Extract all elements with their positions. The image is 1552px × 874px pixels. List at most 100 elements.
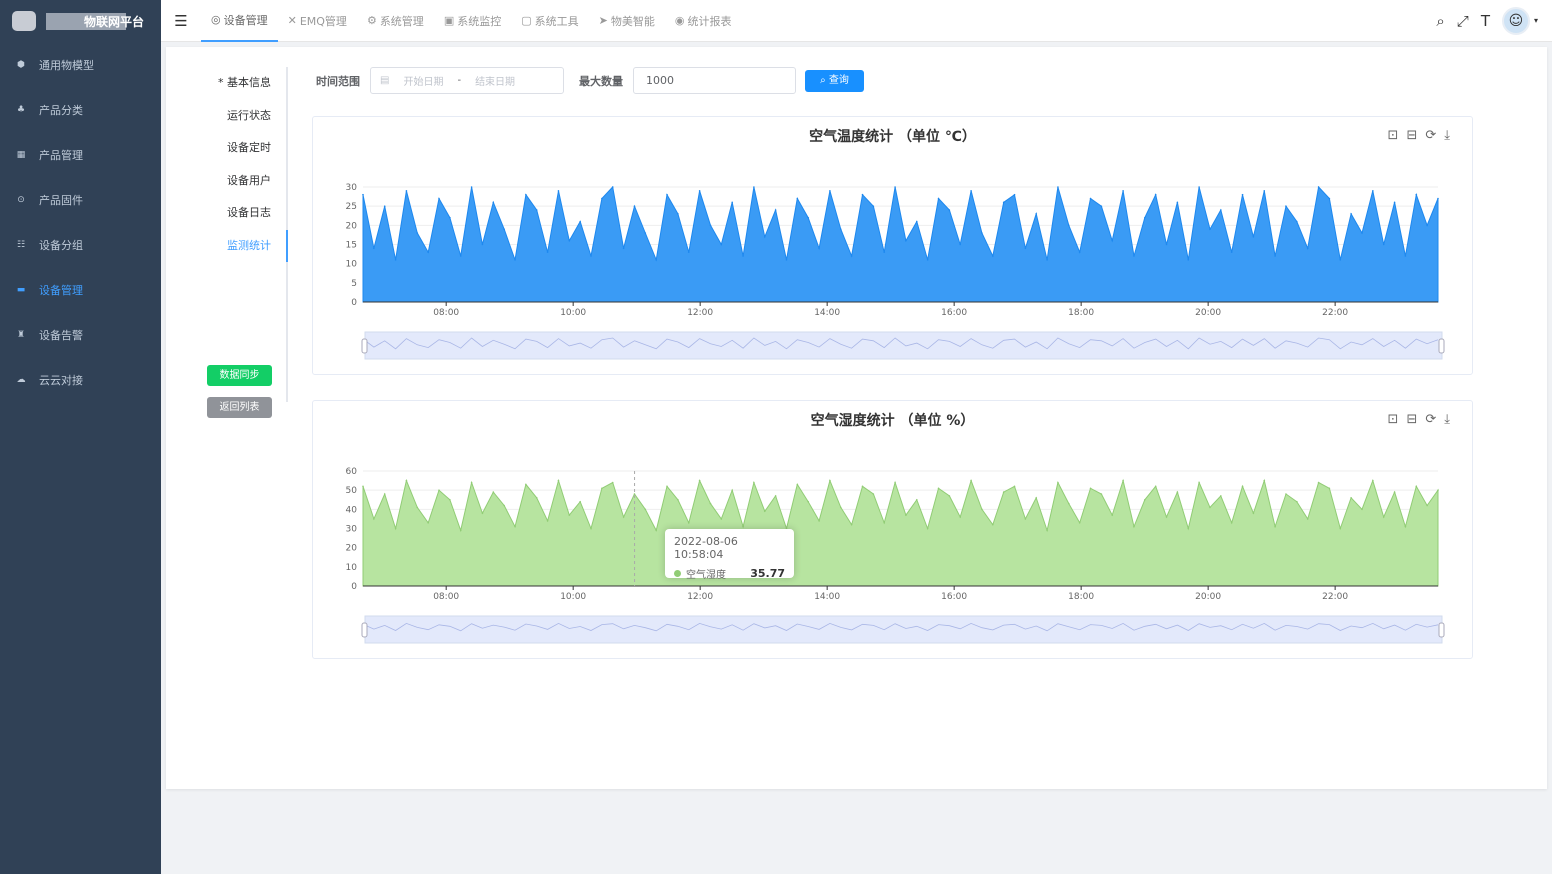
datazoom-slider[interactable] [364,331,1443,360]
data-point [883,251,886,253]
data-point [861,485,864,488]
data-point [1187,527,1190,530]
data-point [1187,259,1190,261]
data-point [731,201,733,204]
nav-tab-0[interactable]: ◎ 设备管理 [201,0,278,42]
data-point [1144,216,1146,219]
data-point [1350,213,1352,215]
data-point [394,259,397,261]
search-icon[interactable]: ⌕ [1436,12,1444,30]
data-point [850,255,853,257]
search-icon: ⌕ [820,74,829,86]
sidebar-item-6[interactable]: ♜ 设备告警 [0,312,161,357]
data-point [1078,521,1081,524]
data-point [1241,193,1244,196]
data-point [720,243,723,246]
data-point [1393,491,1396,493]
detail-tab-1[interactable]: 运行状态 [206,100,286,133]
data-point [1328,487,1331,490]
data-sync-button[interactable]: 数据同步 [207,365,272,386]
sidebar-item-3[interactable]: ⊙ 产品固件 [0,177,161,222]
data-point [655,529,657,532]
sidebar-item-1[interactable]: ♣ 产品分类 [0,87,161,132]
data-point [915,220,918,223]
datazoom-handle[interactable] [1438,338,1445,354]
y-tick-label: 25 [346,202,357,212]
chart-canvas: 0 5 10 15 20 25 30 08:00 10:00 12:00 14:00 16:00 18:… [346,183,1445,360]
nav-tab-5[interactable]: ➤ 物美智能 [589,0,665,42]
detail-tab-0[interactable]: * 基本信息 [206,67,286,100]
data-point [568,239,571,242]
data-point [611,186,614,188]
end-date-input[interactable]: 结束日期 [475,73,515,88]
data-point [677,498,679,501]
x-tick-label: 22:00 [1322,592,1348,602]
nav-tab-3[interactable]: ▣ 系统监控 [434,0,511,42]
data-point [1078,251,1081,253]
query-button[interactable]: ⌕ 查询 [805,69,864,92]
nav-tab-1[interactable]: ✕ EMQ管理 [278,0,357,42]
sidebar-item-2[interactable]: ▦ 产品管理 [0,132,161,177]
data-point [1372,479,1374,482]
sidebar-item-7[interactable]: ☁ 云云对接 [0,357,161,402]
data-point [763,236,766,238]
tab-label: 设备管理 [223,13,268,27]
data-point [1263,479,1266,482]
data-point [1035,213,1038,215]
data-point [1274,525,1276,528]
data-point [948,209,951,211]
nav-tab-4[interactable]: ▢ 系统工具 [511,0,588,42]
datazoom-handle[interactable] [361,338,368,354]
x-tick-label: 14:00 [814,308,840,318]
tree-icon: ♣ [16,104,26,115]
data-point [926,527,929,530]
sidebar-item-4[interactable]: ☷ 设备分组 [0,222,161,267]
detail-tab-4[interactable]: 设备日志 [206,197,286,230]
data-point [503,228,505,230]
fullscreen-icon[interactable]: ⤢ [1457,12,1469,30]
main-content: * 基本信息 运行状态 设备定时 设备用户 设备日志 监测统计 数据同步 返回列表 时间范… [166,47,1547,789]
hamburger-icon[interactable]: ☰ [161,12,201,30]
font-size-icon[interactable]: T [1481,12,1490,30]
data-point [1133,525,1135,528]
data-point [1024,518,1027,520]
nav-tab-2[interactable]: ⚙ 系统管理 [357,0,434,42]
detail-tab-3[interactable]: 设备用户 [206,165,286,198]
data-point [883,521,886,524]
datazoom-slider[interactable] [364,615,1443,644]
data-point [622,247,625,250]
x-tick-label: 08:00 [433,308,459,318]
data-point [666,485,668,488]
data-point [557,479,560,482]
y-tick-label: 50 [346,486,358,496]
datazoom-handle[interactable] [361,622,368,638]
back-to-list-button[interactable]: 返回列表 [207,397,272,418]
data-point [796,483,799,486]
datazoom-handle[interactable] [1438,622,1445,638]
data-point [1296,500,1298,503]
data-point [644,508,647,511]
data-point [481,512,484,514]
max-count-input[interactable] [633,67,796,94]
chevron-down-icon[interactable]: ▾ [1534,16,1538,25]
top-navbar: ☰ ◎ 设备管理 ✕ EMQ管理 ⚙ 系统管理 ▣ 系统监控 ▢ 系统工具 ➤ 物美智能 ◉ 统计报表 ⌕… [161,0,1552,42]
data-point [991,523,994,526]
data-point [611,481,614,484]
data-point [459,529,462,532]
nav-tab-6[interactable]: ◉ 统计报表 [665,0,742,42]
data-point [601,197,603,200]
sidebar-item-0[interactable]: ⬢ 通用物模型 [0,42,161,87]
sidebar-item-5[interactable]: ▬ 设备管理 [0,267,161,312]
detail-tab-2[interactable]: 设备定时 [206,132,286,165]
data-point [807,500,810,503]
data-point [644,232,647,234]
data-point [905,514,907,516]
y-tick-label: 20 [346,221,358,231]
chart-tooltip: 2022-08-06 10:58:04 空气湿度 35.77 [665,529,794,581]
detail-tab-5[interactable]: 监测统计 [206,229,288,262]
start-date-input[interactable]: 开始日期 [403,73,443,88]
avatar[interactable]: ☺ [1501,6,1530,35]
data-point [742,525,744,528]
data-point [1296,220,1298,223]
date-range-picker[interactable]: ▤ 开始日期 - 结束日期 [370,67,564,94]
